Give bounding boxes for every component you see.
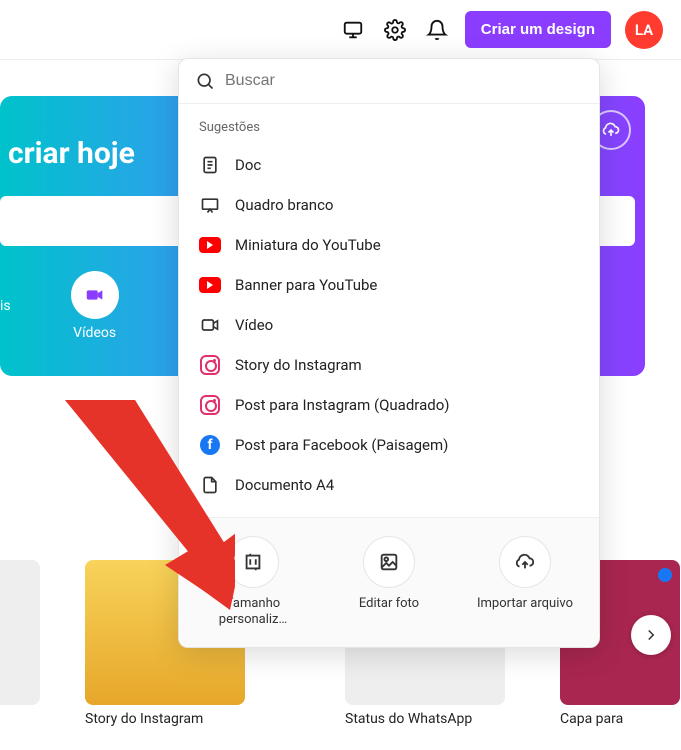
whiteboard-icon bbox=[199, 194, 221, 216]
youtube-icon bbox=[199, 234, 221, 256]
next-button[interactable] bbox=[631, 615, 671, 655]
bell-icon[interactable] bbox=[423, 16, 451, 44]
option-ig-post[interactable]: Post para Instagram (Quadrado) bbox=[179, 385, 599, 425]
footer-import-file[interactable]: Importar arquivo bbox=[465, 536, 585, 627]
footer-edit-photo[interactable]: Editar foto bbox=[329, 536, 449, 627]
category-videos[interactable]: Vídeos bbox=[71, 271, 119, 341]
search-input[interactable] bbox=[225, 72, 583, 90]
option-video[interactable]: Vídeo bbox=[179, 305, 599, 345]
page-icon bbox=[199, 474, 221, 496]
option-doc-a4[interactable]: Documento A4 bbox=[179, 465, 599, 505]
facebook-badge-icon bbox=[658, 568, 672, 582]
create-design-button[interactable]: Criar um design bbox=[465, 11, 611, 48]
video-icon bbox=[199, 314, 221, 336]
instagram-icon bbox=[199, 354, 221, 376]
cloud-upload-icon bbox=[499, 536, 551, 588]
footer-custom-size[interactable]: Tamanho personaliz… bbox=[193, 536, 313, 627]
panel-footer: Tamanho personaliz… Editar foto Importar… bbox=[179, 517, 599, 647]
image-icon bbox=[363, 536, 415, 588]
topbar: Criar um design LA bbox=[0, 0, 681, 60]
option-fb-post[interactable]: f Post para Facebook (Paisagem) bbox=[179, 425, 599, 465]
desktop-icon[interactable] bbox=[339, 16, 367, 44]
video-camera-icon bbox=[71, 271, 119, 319]
avatar[interactable]: LA bbox=[625, 11, 663, 49]
category-partial[interactable]: is bbox=[0, 298, 11, 314]
custom-size-icon bbox=[227, 536, 279, 588]
panel-search[interactable] bbox=[179, 59, 599, 104]
suggestions-label: Sugestões bbox=[179, 116, 599, 145]
facebook-icon: f bbox=[199, 434, 221, 456]
doc-icon bbox=[199, 154, 221, 176]
template-card-paisa[interactable]: Paisa… bbox=[0, 560, 40, 727]
option-whiteboard[interactable]: Quadro branco bbox=[179, 185, 599, 225]
gear-icon[interactable] bbox=[381, 16, 409, 44]
option-yt-banner[interactable]: Banner para YouTube bbox=[179, 265, 599, 305]
search-icon bbox=[195, 71, 215, 91]
create-design-panel: Sugestões Doc Quadro branco Miniatura do… bbox=[178, 58, 600, 648]
option-doc[interactable]: Doc bbox=[179, 145, 599, 185]
option-ig-story[interactable]: Story do Instagram bbox=[179, 345, 599, 385]
option-yt-thumb[interactable]: Miniatura do YouTube bbox=[179, 225, 599, 265]
instagram-icon bbox=[199, 394, 221, 416]
youtube-icon bbox=[199, 274, 221, 296]
